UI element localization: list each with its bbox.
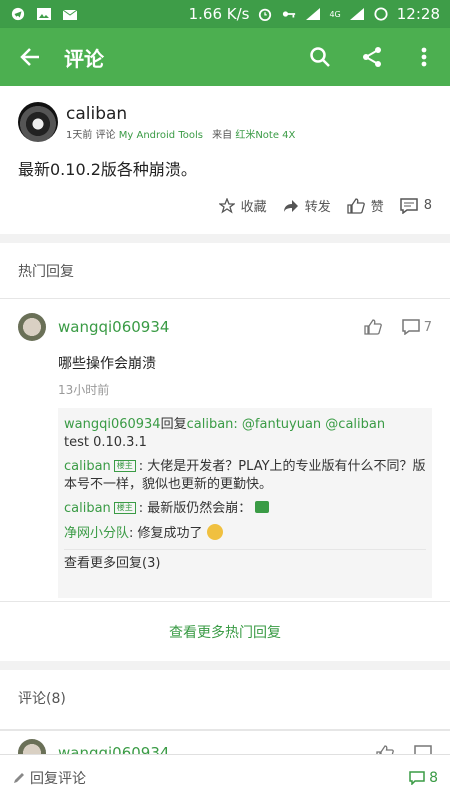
more-button[interactable] [398, 28, 450, 86]
battery-icon [374, 7, 388, 21]
mail-check-icon [62, 9, 78, 20]
more-replies-link[interactable]: 查看更多回复(3) [64, 549, 426, 573]
reply-label: 回复评论 [30, 770, 86, 787]
sub-reply-user[interactable]: caliban [64, 501, 111, 516]
review-prefix: 评论 [95, 129, 116, 141]
share-button[interactable] [346, 28, 398, 86]
reply-username[interactable]: wangqi060934 [58, 318, 169, 336]
alarm-icon [259, 8, 272, 21]
avatar[interactable] [18, 738, 46, 754]
comments-button[interactable]: 8 [399, 197, 432, 214]
image-icon [37, 8, 51, 20]
comment-count: 8 [429, 769, 438, 786]
favorite-label: 收藏 [240, 200, 267, 215]
clock: 12:28 [396, 5, 440, 23]
post-username[interactable]: caliban [66, 104, 295, 124]
sub-reply-user[interactable]: wangqi060934 [64, 417, 161, 432]
back-button[interactable] [0, 28, 60, 86]
more-vert-icon [421, 47, 427, 67]
network-speed: 1.66 K/s [188, 5, 250, 23]
post-time: 1天前 [66, 129, 93, 141]
comment-item: wangqi060934 [0, 730, 450, 754]
from-prefix: 来自 [212, 129, 233, 141]
comment-icon [399, 197, 418, 214]
reply-text: 哪些操作会崩溃 [58, 356, 156, 372]
sub-reply-text: : 修复成功了 [129, 526, 203, 541]
comment-icon[interactable] [414, 744, 432, 755]
forward-icon [283, 199, 298, 212]
star-icon [218, 197, 235, 214]
share-icon [363, 47, 381, 67]
key-icon [283, 11, 296, 18]
avatar[interactable] [18, 102, 58, 142]
sub-replies[interactable]: wangqi060934回复caliban: @fantuyuan @calib… [58, 408, 432, 598]
comment-icon [409, 770, 425, 785]
mentions[interactable]: : @fantuyuan @caliban [233, 417, 385, 432]
comments-title: 评论(8) [0, 670, 450, 730]
hot-reply: wangqi060934 7 哪些操作会崩溃 13小时前 wangqi06093… [0, 299, 450, 601]
pencil-icon [14, 772, 24, 783]
reply-time: 13小时前 [58, 383, 110, 397]
op-badge: 楼主 [113, 502, 136, 514]
more-hot-replies-button[interactable]: 查看更多热门回复 [0, 601, 450, 661]
device-link[interactable]: 红米Note 4X [235, 130, 295, 141]
thumbs-up-icon [347, 197, 365, 214]
doge-emoji-icon [206, 524, 223, 540]
favorite-button[interactable]: 收藏 [218, 196, 267, 215]
comment-icon [401, 319, 420, 335]
repost-button[interactable]: 转发 [283, 196, 331, 215]
sub-reply[interactable]: caliban 楼主: 最新版仍然会崩： [64, 500, 426, 518]
signal-icon-2 [349, 8, 364, 20]
thumbs-up-icon[interactable] [364, 319, 382, 335]
post-actions: 收藏 转发 赞 8 [218, 196, 432, 215]
repost-label: 转发 [304, 200, 331, 215]
image-icon[interactable] [255, 501, 270, 513]
app-link[interactable]: My Android Tools [119, 130, 203, 141]
arrow-left-icon [20, 48, 39, 66]
post-text: 最新0.10.2版各种崩溃。 [18, 160, 197, 179]
thumbs-up-icon[interactable] [376, 744, 394, 755]
sub-reply-text: : 最新版仍然会崩： [138, 501, 252, 516]
sub-reply[interactable]: 净网小分队: 修复成功了 [64, 524, 426, 543]
telegram-icon [11, 7, 25, 21]
bottom-bar: 回复评论 8 [0, 754, 450, 800]
post-card: caliban 1天前 评论 My Android Tools 来自 红米Not… [0, 86, 450, 234]
reply-count: 7 [423, 319, 432, 335]
avatar[interactable] [18, 313, 46, 341]
sub-reply-text: test 0.10.3.1 [64, 435, 147, 450]
status-bar: 1.66 K/s 4G 12:28 [0, 0, 450, 28]
comment-count-button[interactable]: 8 [409, 770, 438, 786]
page-title: 评论 [64, 46, 104, 71]
sub-reply-user[interactable]: caliban [64, 459, 111, 474]
hot-replies-title: 热门回复 [0, 243, 450, 299]
search-icon [310, 47, 330, 67]
op-badge: 楼主 [113, 460, 136, 472]
sub-reply-user[interactable]: 净网小分队 [64, 526, 129, 541]
sub-reply[interactable]: wangqi060934回复caliban: @fantuyuan @calib… [64, 416, 426, 452]
network-type: 4G [329, 9, 341, 19]
reply-comment-button[interactable]: 回复评论 [12, 768, 86, 788]
signal-icon [306, 8, 321, 20]
post-meta: 1天前 评论 My Android Tools 来自 红米Note 4X [66, 126, 295, 141]
content-scroll[interactable]: caliban 1天前 评论 My Android Tools 来自 红米Not… [0, 86, 450, 754]
sub-reply[interactable]: caliban 楼主: 大佬是开发者？PLAY上的专业版有什么不同？版本号不一样，… [64, 458, 426, 494]
app-bar: 评论 [0, 28, 450, 86]
sub-reply-target[interactable]: caliban [187, 417, 234, 432]
comments-count: 8 [423, 198, 432, 213]
search-button[interactable] [294, 28, 346, 86]
like-button[interactable]: 赞 [347, 196, 384, 215]
like-label: 赞 [370, 200, 384, 215]
reply-to-label: 回复 [160, 417, 187, 432]
comment-username[interactable]: wangqi060934 [58, 744, 169, 755]
reply-comment-button[interactable]: 7 [401, 319, 432, 335]
